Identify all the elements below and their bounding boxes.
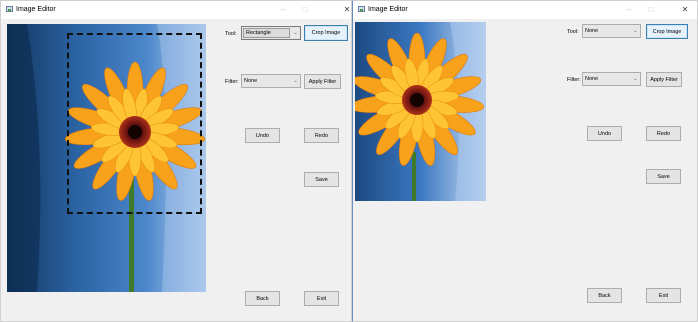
maximize-icon[interactable]: □	[300, 4, 310, 16]
tool-combo-value: None	[585, 28, 599, 34]
image-editor-app-icon	[358, 6, 365, 12]
filter-combo[interactable]: None ⌄	[582, 72, 641, 86]
window-title: Image Editor	[368, 6, 408, 13]
filter-combo-value: None	[585, 76, 599, 82]
image-editor-window-right: Image Editor – □ ✕ Tool: None ⌄ Crop Ima…	[352, 0, 698, 322]
cropped-image-canvas[interactable]	[355, 22, 486, 201]
chevron-down-icon: ⌄	[293, 30, 298, 36]
minimize-icon[interactable]: –	[278, 4, 288, 16]
tool-combo[interactable]: None ⌄	[582, 24, 641, 38]
filter-combo[interactable]: None ⌄	[241, 74, 301, 88]
filter-combo-value: None	[244, 78, 258, 84]
title-bar: Image Editor – □ ✕	[1, 1, 351, 19]
window-title: Image Editor	[16, 6, 56, 13]
tool-combo-value: Rectangle	[243, 28, 290, 38]
undo-button[interactable]: Undo	[245, 128, 280, 143]
apply-filter-button[interactable]: Apply Filter	[304, 74, 341, 89]
maximize-icon[interactable]: □	[646, 4, 656, 16]
save-button[interactable]: Save	[304, 172, 339, 187]
chevron-down-icon: ⌄	[633, 76, 638, 82]
title-bar: Image Editor – □ ✕	[353, 1, 697, 19]
image-editor-app-icon	[6, 6, 13, 12]
exit-button[interactable]: Exit	[646, 288, 681, 303]
filter-label: Filter:	[567, 77, 581, 83]
back-button[interactable]: Back	[245, 291, 280, 306]
image-editor-window-left: Image Editor – □ ✕ Tool: Rectangle ⌄ Cro…	[0, 0, 352, 322]
cropped-flower-image	[355, 22, 486, 201]
crop-image-button[interactable]: Crop Image	[304, 25, 348, 41]
filter-label: Filter:	[225, 79, 239, 85]
crop-image-button[interactable]: Crop Image	[646, 24, 688, 39]
minimize-icon[interactable]: –	[624, 4, 634, 16]
apply-filter-button[interactable]: Apply Filter	[646, 72, 682, 87]
back-button[interactable]: Back	[587, 288, 622, 303]
exit-button[interactable]: Exit	[304, 291, 339, 306]
chevron-down-icon: ⌄	[633, 28, 638, 34]
chevron-down-icon: ⌄	[293, 78, 298, 84]
redo-button[interactable]: Redo	[646, 126, 681, 141]
tool-combo[interactable]: Rectangle ⌄	[241, 26, 301, 40]
save-button[interactable]: Save	[646, 169, 681, 184]
tool-label: Tool:	[225, 31, 237, 37]
close-icon[interactable]: ✕	[342, 4, 352, 16]
redo-button[interactable]: Redo	[304, 128, 339, 143]
close-icon[interactable]: ✕	[680, 4, 690, 16]
tool-label: Tool:	[567, 29, 579, 35]
crop-selection-rectangle[interactable]	[67, 33, 202, 214]
undo-button[interactable]: Undo	[587, 126, 622, 141]
